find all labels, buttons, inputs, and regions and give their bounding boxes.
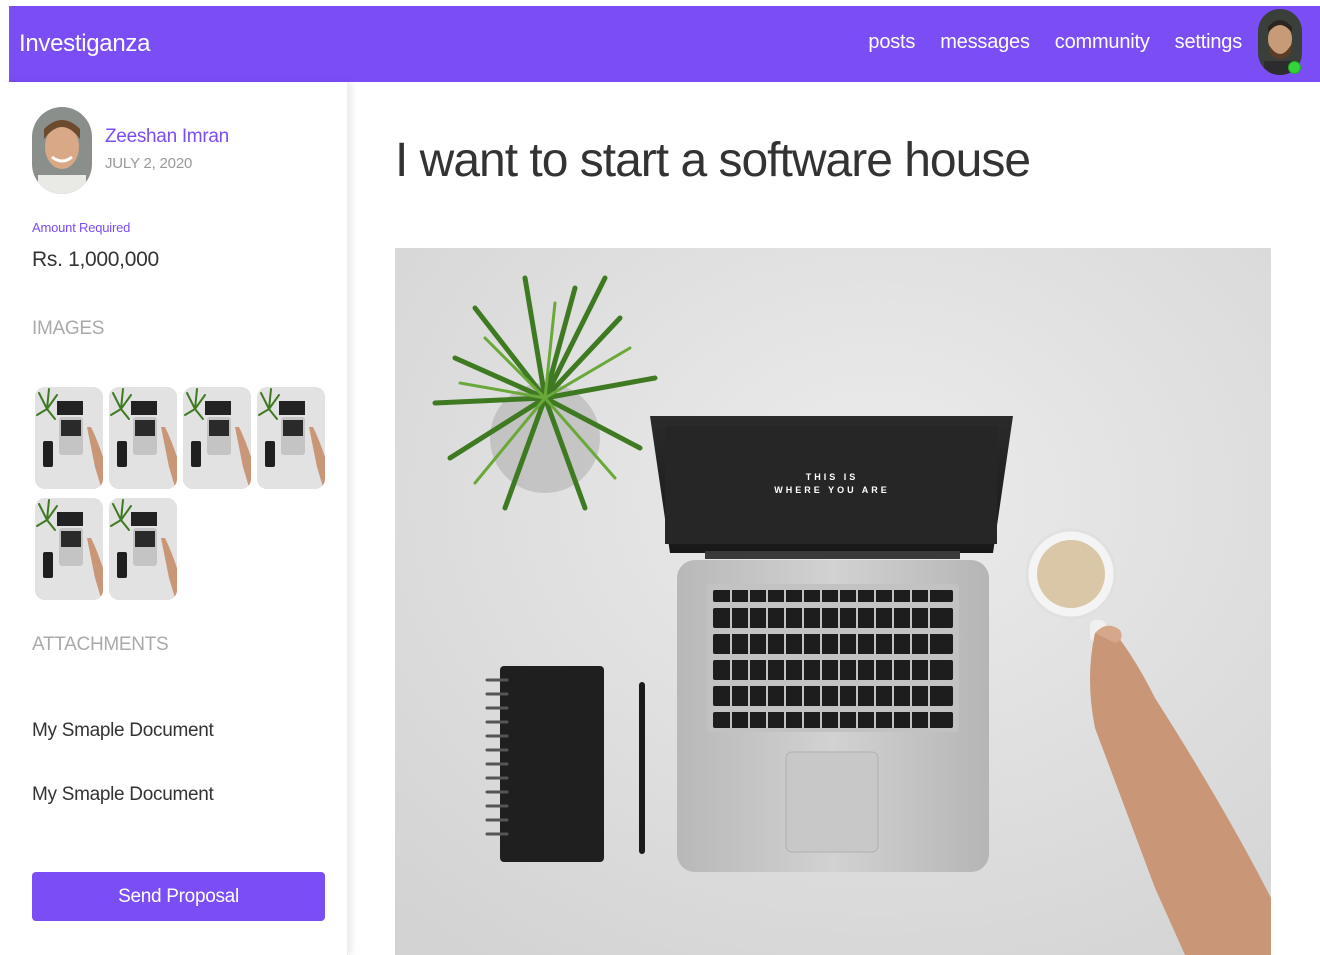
hero-screen-text: THIS IS <box>806 472 859 482</box>
gallery-thumbnail[interactable] <box>109 387 177 489</box>
amount-label: Amount Required <box>32 220 131 235</box>
post-title: I want to start a software house <box>395 134 1031 187</box>
gallery-thumbnail[interactable] <box>257 387 325 489</box>
gallery-thumbnail[interactable] <box>183 387 251 489</box>
amount-value: Rs. 1,000,000 <box>32 248 159 271</box>
author-avatar[interactable] <box>32 107 92 194</box>
gallery-thumbnail[interactable] <box>35 387 103 489</box>
post-hero-image: THIS IS WHERE YOU ARE <box>395 248 1271 955</box>
nav-posts[interactable]: posts <box>868 31 915 54</box>
nav-community[interactable]: community <box>1055 31 1150 54</box>
post-date: JULY 2, 2020 <box>105 155 193 172</box>
gallery-thumbnail[interactable] <box>35 498 103 600</box>
brand-logo[interactable]: Investiganza <box>19 30 150 58</box>
online-status-badge <box>1288 61 1301 74</box>
images-heading: IMAGES <box>32 318 105 339</box>
hero-screen-text: WHERE YOU ARE <box>774 485 890 495</box>
nav-settings[interactable]: settings <box>1175 31 1243 54</box>
author-name[interactable]: Zeeshan Imran <box>105 126 229 148</box>
post-sidebar: Zeeshan Imran JULY 2, 2020 Amount Requir… <box>0 82 348 955</box>
gallery-thumbnail[interactable] <box>109 498 177 600</box>
send-proposal-button[interactable]: Send Proposal <box>32 872 325 921</box>
main-nav: posts messages community settings <box>843 31 1242 54</box>
attachment-link[interactable]: My Smaple Document <box>32 784 214 806</box>
attachment-link[interactable]: My Smaple Document <box>32 720 214 742</box>
attachments-heading: ATTACHMENTS <box>32 634 169 655</box>
top-navbar: Investiganza posts messages community se… <box>9 6 1320 82</box>
nav-messages[interactable]: messages <box>940 31 1030 54</box>
